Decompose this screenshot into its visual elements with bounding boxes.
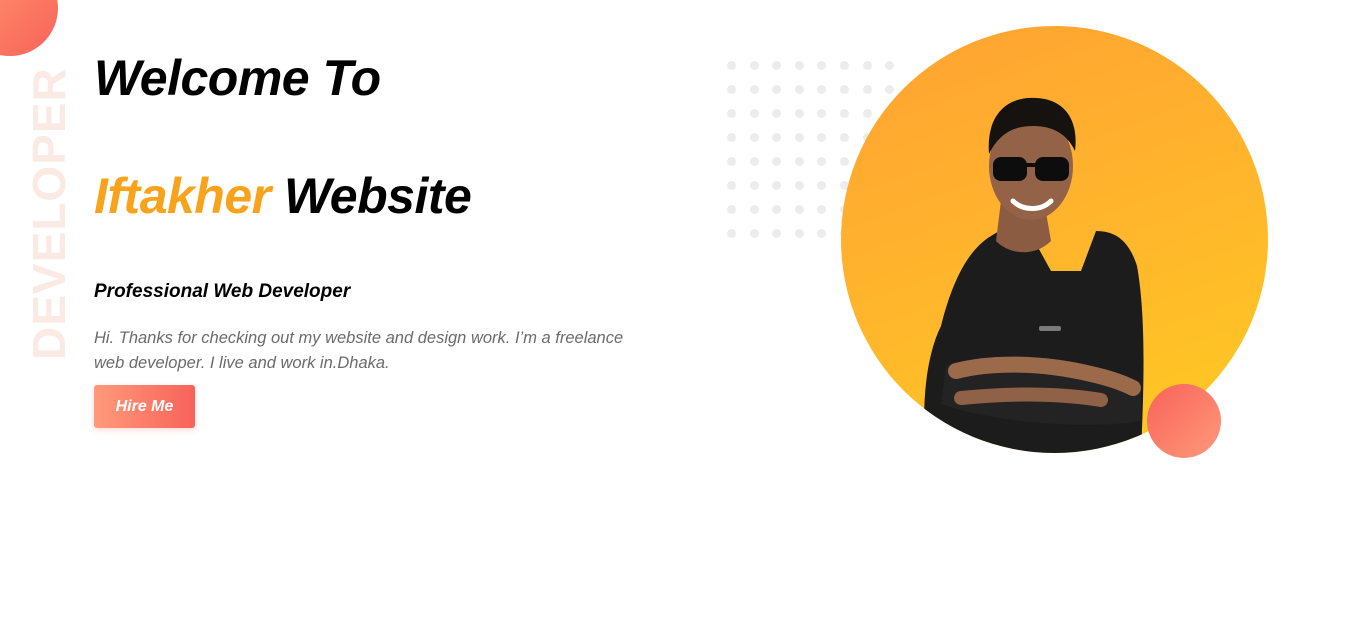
grid-dot [749,181,759,190]
grid-dot [885,61,895,70]
grid-dot [817,109,827,118]
grid-dot [839,85,849,94]
grid-dot [794,157,804,166]
grid-dot [772,85,782,94]
grid-dot [772,157,782,166]
vertical-watermark: DEVELOPER [23,67,75,360]
grid-dot [749,205,759,214]
grid-dot [727,109,736,118]
grid-dot [772,181,782,190]
grid-dot [862,109,872,118]
site-name-heading: Iftakher Website [94,164,654,228]
grid-dot [839,133,849,142]
grid-dot [817,229,827,238]
grid-dot [817,157,827,166]
grid-dot [772,109,782,118]
grid-dot [862,61,872,70]
grid-dot [885,85,895,94]
grid-dot [749,61,759,70]
grid-dot [727,181,736,190]
site-name-accent: Iftakher [94,168,271,224]
grid-dot [727,133,736,142]
grid-dot [727,157,736,166]
grid-dot [794,181,804,190]
grid-dot [794,229,804,238]
grid-dot [772,205,782,214]
grid-dot [772,229,782,238]
role-subtitle: Professional Web Developer [94,281,351,302]
corner-decoration [0,0,58,56]
site-name-rest: Website [270,168,472,224]
grid-dot [749,85,759,94]
grid-dot [749,109,759,118]
grid-dot [727,229,736,238]
grid-dot [794,61,804,70]
hero-text: Welcome To Iftakher Website Professional… [94,46,654,428]
grid-dot [839,61,849,70]
grid-dot [772,133,782,142]
intro-paragraph: Hi. Thanks for checking out my website a… [94,329,624,372]
grid-dot [839,157,849,166]
grid-dot [794,109,804,118]
welcome-heading: Welcome To [94,50,381,106]
grid-dot [749,133,759,142]
grid-dot [794,205,804,214]
grid-dot [727,61,736,70]
grid-dot [862,85,872,94]
hire-me-button[interactable]: Hire Me [94,385,195,428]
hero-section: DEVELOPER Welcome To Iftakher Website Pr… [0,0,1347,621]
grid-dot [817,181,827,190]
grid-dot [817,85,827,94]
grid-dot [839,109,849,118]
grid-dot [727,85,736,94]
grid-dot [727,205,736,214]
grid-dot [772,61,782,70]
grid-dot [817,205,827,214]
grid-dot [749,229,759,238]
grid-dot [817,61,827,70]
grid-dot [749,157,759,166]
accent-circle-decoration [1147,384,1221,458]
grid-dot [794,133,804,142]
grid-dot [817,133,827,142]
grid-dot [794,85,804,94]
